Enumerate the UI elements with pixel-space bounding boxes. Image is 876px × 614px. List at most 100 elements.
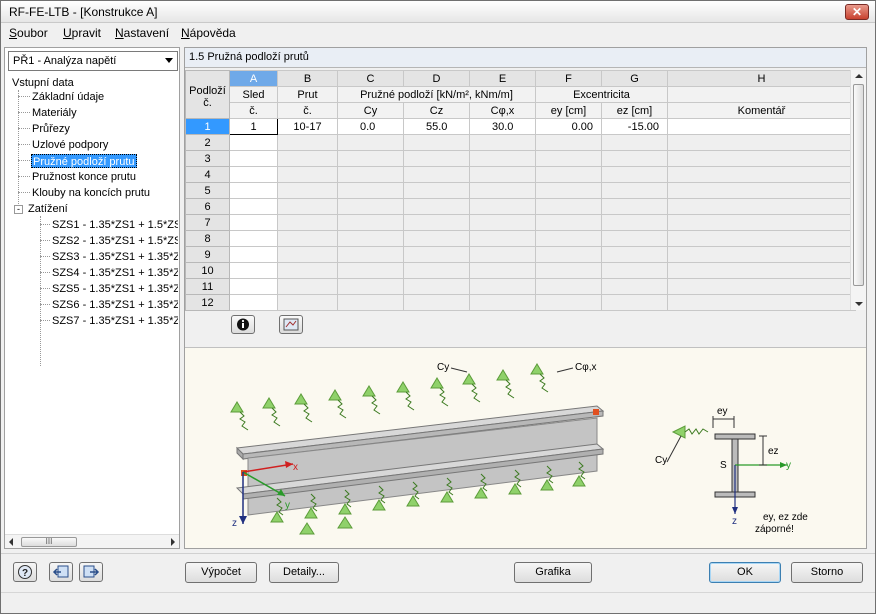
cell-ez[interactable]: [601, 278, 668, 295]
cell-cphi[interactable]: [469, 230, 536, 247]
scroll-left-icon[interactable]: [9, 538, 13, 546]
row-number[interactable]: 9: [185, 246, 230, 263]
tree-item-load-combination[interactable]: SZS3 - 1.35*ZS1 + 1.35*ZS2: [52, 250, 178, 264]
cell-comment[interactable]: [667, 246, 856, 263]
cell-prut[interactable]: [277, 294, 338, 311]
column-header-g[interactable]: G: [601, 70, 668, 87]
cell-ey[interactable]: [535, 198, 602, 215]
cell-sled[interactable]: [229, 278, 278, 295]
cell-cy[interactable]: [337, 246, 404, 263]
cell-comment[interactable]: [667, 150, 856, 167]
cell-comment[interactable]: [667, 166, 856, 183]
column-header-f[interactable]: F: [535, 70, 602, 87]
cell-cz[interactable]: [403, 230, 470, 247]
cell-cy[interactable]: [337, 214, 404, 231]
row-number[interactable]: 4: [185, 166, 230, 183]
column-header-e[interactable]: E: [469, 70, 536, 87]
cell-ey[interactable]: [535, 214, 602, 231]
cell-ez[interactable]: [601, 166, 668, 183]
cell-ez[interactable]: [601, 150, 668, 167]
navigator-hscrollbar[interactable]: III: [5, 534, 179, 548]
cell-ey[interactable]: [535, 278, 602, 295]
column-header-h[interactable]: H: [667, 70, 856, 87]
cell-ez[interactable]: [601, 182, 668, 199]
row-number[interactable]: 11: [185, 278, 230, 295]
tree-item-load-combination[interactable]: SZS7 - 1.35*ZS1 + 1.35*ZS2: [52, 314, 178, 328]
scroll-thumb[interactable]: [853, 84, 864, 286]
cell-cphi[interactable]: [469, 166, 536, 183]
cell-ey[interactable]: [535, 246, 602, 263]
cell-comment[interactable]: [667, 118, 856, 135]
row-number[interactable]: 6: [185, 198, 230, 215]
scroll-thumb[interactable]: III: [21, 537, 77, 547]
cell-cy[interactable]: [337, 150, 404, 167]
tree-group-loads[interactable]: Zatížení: [28, 202, 68, 216]
cell-sled[interactable]: [229, 294, 278, 311]
tree-item-load-combination[interactable]: SZS2 - 1.35*ZS1 + 1.5*ZS3: [52, 234, 178, 248]
cell-sled[interactable]: [229, 150, 278, 167]
cell-comment[interactable]: [667, 230, 856, 247]
cell-ez[interactable]: [601, 230, 668, 247]
cell-sled[interactable]: [229, 134, 278, 151]
scroll-down-icon[interactable]: [855, 302, 863, 306]
details-button[interactable]: Detaily...: [269, 562, 339, 583]
tree-item-nodal-supports[interactable]: Uzlové podpory: [32, 138, 108, 152]
cell-cz[interactable]: [403, 150, 470, 167]
tree-item-elastic-foundation[interactable]: Pružné podloží prutu: [31, 154, 137, 168]
cell-sled[interactable]: [229, 246, 278, 263]
export-button[interactable]: [79, 562, 103, 582]
cell-cphi[interactable]: [469, 134, 536, 151]
cell-prut[interactable]: 10-17: [277, 118, 338, 135]
row-number[interactable]: 10: [185, 262, 230, 279]
scroll-up-icon[interactable]: [855, 74, 863, 78]
tree-collapse-toggle[interactable]: -: [14, 205, 23, 214]
view-graphics-button[interactable]: [279, 315, 303, 334]
cell-comment[interactable]: [667, 198, 856, 215]
cell-ey[interactable]: 0.00: [535, 118, 602, 135]
cell-cz[interactable]: [403, 262, 470, 279]
cell-ez[interactable]: [601, 198, 668, 215]
calculate-button[interactable]: Výpočet: [185, 562, 257, 583]
cell-prut[interactable]: [277, 214, 338, 231]
tree-item-basic-data[interactable]: Základní údaje: [32, 90, 104, 104]
cell-cy[interactable]: [337, 230, 404, 247]
column-header-d[interactable]: D: [403, 70, 470, 87]
cell-prut[interactable]: [277, 278, 338, 295]
menu-napoveda[interactable]: Nápověda: [181, 26, 236, 40]
cell-prut[interactable]: [277, 150, 338, 167]
cell-cphi[interactable]: [469, 150, 536, 167]
cell-prut[interactable]: [277, 182, 338, 199]
row-number[interactable]: 12: [185, 294, 230, 311]
graphics-button[interactable]: Grafika: [514, 562, 592, 583]
row-number[interactable]: 8: [185, 230, 230, 247]
cell-cy[interactable]: [337, 278, 404, 295]
cell-cz[interactable]: [403, 246, 470, 263]
cell-cz[interactable]: [403, 198, 470, 215]
cell-cy[interactable]: [337, 262, 404, 279]
cell-prut[interactable]: [277, 166, 338, 183]
cell-sled[interactable]: [229, 214, 278, 231]
tree-item-end-hinges[interactable]: Klouby na koncích prutu: [32, 186, 150, 200]
tree-item-materials[interactable]: Materiály: [32, 106, 77, 120]
cell-cy[interactable]: [337, 134, 404, 151]
cell-comment[interactable]: [667, 214, 856, 231]
cell-cphi[interactable]: [469, 278, 536, 295]
cell-sled[interactable]: [229, 262, 278, 279]
cell-cz[interactable]: [403, 134, 470, 151]
tree-root-input-data[interactable]: Vstupní data: [12, 76, 74, 90]
cell-cz[interactable]: [403, 278, 470, 295]
cell-ez[interactable]: [601, 294, 668, 311]
cell-sled[interactable]: 1: [229, 118, 278, 135]
menu-nastaveni[interactable]: Nastavení: [115, 26, 169, 40]
cell-cphi[interactable]: [469, 262, 536, 279]
cell-comment[interactable]: [667, 182, 856, 199]
help-button[interactable]: ?: [13, 562, 37, 582]
tree-item-end-springs[interactable]: Pružnost konce prutu: [32, 170, 136, 184]
cell-sled[interactable]: [229, 166, 278, 183]
cell-ey[interactable]: [535, 134, 602, 151]
close-button[interactable]: ✕: [845, 4, 869, 20]
column-header-c[interactable]: C: [337, 70, 404, 87]
cell-cy[interactable]: 0.0: [337, 118, 404, 135]
cell-sled[interactable]: [229, 230, 278, 247]
import-button[interactable]: [49, 562, 73, 582]
